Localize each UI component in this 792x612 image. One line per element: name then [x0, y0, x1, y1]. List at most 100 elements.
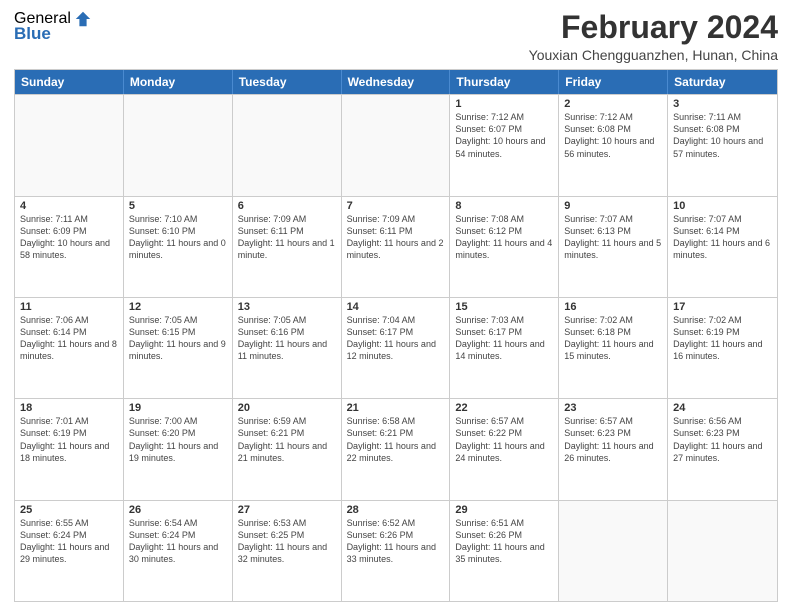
day-number: 12 — [129, 301, 227, 313]
calendar-week-1: 1Sunrise: 7:12 AM Sunset: 6:07 PM Daylig… — [15, 94, 777, 195]
day-number: 4 — [20, 200, 118, 212]
day-number: 22 — [455, 402, 553, 414]
table-row — [233, 95, 342, 195]
day-info: Sunrise: 6:59 AM Sunset: 6:21 PM Dayligh… — [238, 415, 336, 464]
table-row: 15Sunrise: 7:03 AM Sunset: 6:17 PM Dayli… — [450, 298, 559, 398]
day-info: Sunrise: 6:58 AM Sunset: 6:21 PM Dayligh… — [347, 415, 445, 464]
day-number: 15 — [455, 301, 553, 313]
day-number: 19 — [129, 402, 227, 414]
main-title: February 2024 — [529, 10, 778, 45]
day-number: 3 — [673, 98, 772, 110]
day-info: Sunrise: 7:08 AM Sunset: 6:12 PM Dayligh… — [455, 213, 553, 262]
day-number: 2 — [564, 98, 662, 110]
table-row: 20Sunrise: 6:59 AM Sunset: 6:21 PM Dayli… — [233, 399, 342, 499]
day-info: Sunrise: 7:06 AM Sunset: 6:14 PM Dayligh… — [20, 314, 118, 363]
calendar-week-2: 4Sunrise: 7:11 AM Sunset: 6:09 PM Daylig… — [15, 196, 777, 297]
day-number: 5 — [129, 200, 227, 212]
day-number: 13 — [238, 301, 336, 313]
table-row: 11Sunrise: 7:06 AM Sunset: 6:14 PM Dayli… — [15, 298, 124, 398]
table-row — [342, 95, 451, 195]
table-row: 18Sunrise: 7:01 AM Sunset: 6:19 PM Dayli… — [15, 399, 124, 499]
day-number: 11 — [20, 301, 118, 313]
day-info: Sunrise: 6:56 AM Sunset: 6:23 PM Dayligh… — [673, 415, 772, 464]
day-info: Sunrise: 7:01 AM Sunset: 6:19 PM Dayligh… — [20, 415, 118, 464]
table-row: 3Sunrise: 7:11 AM Sunset: 6:08 PM Daylig… — [668, 95, 777, 195]
day-info: Sunrise: 7:03 AM Sunset: 6:17 PM Dayligh… — [455, 314, 553, 363]
day-number: 24 — [673, 402, 772, 414]
calendar-week-4: 18Sunrise: 7:01 AM Sunset: 6:19 PM Dayli… — [15, 398, 777, 499]
table-row: 12Sunrise: 7:05 AM Sunset: 6:15 PM Dayli… — [124, 298, 233, 398]
calendar-header: Sunday Monday Tuesday Wednesday Thursday… — [15, 70, 777, 94]
day-info: Sunrise: 7:11 AM Sunset: 6:09 PM Dayligh… — [20, 213, 118, 262]
day-number: 16 — [564, 301, 662, 313]
calendar-week-3: 11Sunrise: 7:06 AM Sunset: 6:14 PM Dayli… — [15, 297, 777, 398]
title-area: February 2024 Youxian Chengguanzhen, Hun… — [529, 10, 778, 63]
day-info: Sunrise: 6:54 AM Sunset: 6:24 PM Dayligh… — [129, 517, 227, 566]
day-info: Sunrise: 7:02 AM Sunset: 6:19 PM Dayligh… — [673, 314, 772, 363]
table-row: 13Sunrise: 7:05 AM Sunset: 6:16 PM Dayli… — [233, 298, 342, 398]
table-row: 19Sunrise: 7:00 AM Sunset: 6:20 PM Dayli… — [124, 399, 233, 499]
table-row: 27Sunrise: 6:53 AM Sunset: 6:25 PM Dayli… — [233, 501, 342, 601]
day-info: Sunrise: 7:07 AM Sunset: 6:14 PM Dayligh… — [673, 213, 772, 262]
day-number: 25 — [20, 504, 118, 516]
day-info: Sunrise: 7:12 AM Sunset: 6:08 PM Dayligh… — [564, 111, 662, 160]
table-row: 25Sunrise: 6:55 AM Sunset: 6:24 PM Dayli… — [15, 501, 124, 601]
table-row: 23Sunrise: 6:57 AM Sunset: 6:23 PM Dayli… — [559, 399, 668, 499]
day-number: 29 — [455, 504, 553, 516]
table-row — [15, 95, 124, 195]
day-number: 18 — [20, 402, 118, 414]
header: General Blue February 2024 Youxian Cheng… — [14, 10, 778, 63]
day-number: 20 — [238, 402, 336, 414]
table-row: 21Sunrise: 6:58 AM Sunset: 6:21 PM Dayli… — [342, 399, 451, 499]
day-number: 28 — [347, 504, 445, 516]
day-info: Sunrise: 6:52 AM Sunset: 6:26 PM Dayligh… — [347, 517, 445, 566]
header-sunday: Sunday — [15, 70, 124, 94]
header-wednesday: Wednesday — [342, 70, 451, 94]
header-monday: Monday — [124, 70, 233, 94]
day-number: 21 — [347, 402, 445, 414]
day-info: Sunrise: 7:09 AM Sunset: 6:11 PM Dayligh… — [347, 213, 445, 262]
subtitle: Youxian Chengguanzhen, Hunan, China — [529, 47, 778, 63]
logo-icon — [74, 10, 92, 28]
day-info: Sunrise: 7:07 AM Sunset: 6:13 PM Dayligh… — [564, 213, 662, 262]
calendar-week-5: 25Sunrise: 6:55 AM Sunset: 6:24 PM Dayli… — [15, 500, 777, 601]
header-thursday: Thursday — [450, 70, 559, 94]
table-row: 29Sunrise: 6:51 AM Sunset: 6:26 PM Dayli… — [450, 501, 559, 601]
day-number: 10 — [673, 200, 772, 212]
header-friday: Friday — [559, 70, 668, 94]
table-row: 10Sunrise: 7:07 AM Sunset: 6:14 PM Dayli… — [668, 197, 777, 297]
day-info: Sunrise: 6:51 AM Sunset: 6:26 PM Dayligh… — [455, 517, 553, 566]
page: General Blue February 2024 Youxian Cheng… — [0, 0, 792, 612]
logo-blue: Blue — [14, 24, 51, 44]
day-info: Sunrise: 7:11 AM Sunset: 6:08 PM Dayligh… — [673, 111, 772, 160]
day-number: 27 — [238, 504, 336, 516]
day-number: 17 — [673, 301, 772, 313]
table-row: 22Sunrise: 6:57 AM Sunset: 6:22 PM Dayli… — [450, 399, 559, 499]
table-row: 5Sunrise: 7:10 AM Sunset: 6:10 PM Daylig… — [124, 197, 233, 297]
table-row — [559, 501, 668, 601]
day-info: Sunrise: 7:12 AM Sunset: 6:07 PM Dayligh… — [455, 111, 553, 160]
day-number: 6 — [238, 200, 336, 212]
table-row — [124, 95, 233, 195]
table-row: 8Sunrise: 7:08 AM Sunset: 6:12 PM Daylig… — [450, 197, 559, 297]
table-row: 24Sunrise: 6:56 AM Sunset: 6:23 PM Dayli… — [668, 399, 777, 499]
table-row — [668, 501, 777, 601]
day-info: Sunrise: 7:10 AM Sunset: 6:10 PM Dayligh… — [129, 213, 227, 262]
calendar: Sunday Monday Tuesday Wednesday Thursday… — [14, 69, 778, 602]
day-info: Sunrise: 6:53 AM Sunset: 6:25 PM Dayligh… — [238, 517, 336, 566]
day-number: 8 — [455, 200, 553, 212]
day-number: 1 — [455, 98, 553, 110]
table-row: 1Sunrise: 7:12 AM Sunset: 6:07 PM Daylig… — [450, 95, 559, 195]
day-number: 23 — [564, 402, 662, 414]
calendar-body: 1Sunrise: 7:12 AM Sunset: 6:07 PM Daylig… — [15, 94, 777, 601]
day-info: Sunrise: 7:04 AM Sunset: 6:17 PM Dayligh… — [347, 314, 445, 363]
table-row: 14Sunrise: 7:04 AM Sunset: 6:17 PM Dayli… — [342, 298, 451, 398]
table-row: 26Sunrise: 6:54 AM Sunset: 6:24 PM Dayli… — [124, 501, 233, 601]
table-row: 17Sunrise: 7:02 AM Sunset: 6:19 PM Dayli… — [668, 298, 777, 398]
day-info: Sunrise: 6:57 AM Sunset: 6:23 PM Dayligh… — [564, 415, 662, 464]
table-row: 16Sunrise: 7:02 AM Sunset: 6:18 PM Dayli… — [559, 298, 668, 398]
table-row: 28Sunrise: 6:52 AM Sunset: 6:26 PM Dayli… — [342, 501, 451, 601]
table-row: 2Sunrise: 7:12 AM Sunset: 6:08 PM Daylig… — [559, 95, 668, 195]
header-saturday: Saturday — [668, 70, 777, 94]
day-info: Sunrise: 7:00 AM Sunset: 6:20 PM Dayligh… — [129, 415, 227, 464]
